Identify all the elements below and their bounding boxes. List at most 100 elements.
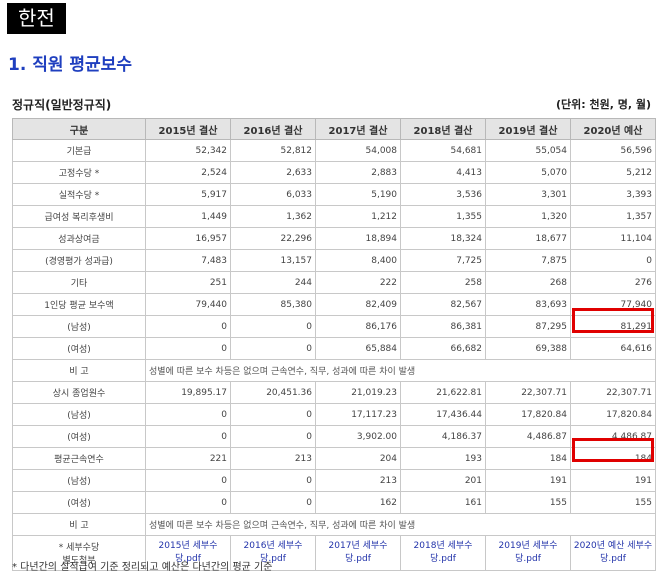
row-label: 실적수당 * [12,183,146,206]
table-cell: 0 [570,249,656,272]
table-row: 평균근속연수 221 213 204 193 184 184 [12,447,656,470]
table-cell: 13,157 [230,249,316,272]
table-row: (남성) 0 0 17,117.23 17,436.44 17,820.84 1… [12,403,656,426]
column-header: 2015년 결산 [145,118,231,140]
table-cell: 86,176 [315,315,401,338]
column-header: 2020년 예산 [570,118,656,140]
table-cell: 11,104 [570,227,656,250]
attachment-link-2018[interactable]: 2018년 세부수당.pdf [400,535,486,571]
row-label: (경영평가 성과급) [12,249,146,272]
table-cell: 17,117.23 [315,403,401,426]
table-row: 기본급 52,342 52,812 54,008 54,681 55,054 5… [12,139,656,162]
table-cell: 0 [145,403,231,426]
table-cell: 3,393 [570,183,656,206]
attachment-link-2020[interactable]: 2020년 예산 세부수당.pdf [570,535,656,571]
table-cell: 162 [315,491,401,514]
attachment-link-2017[interactable]: 2017년 세부수당.pdf [315,535,401,571]
table-cell: 191 [485,469,571,492]
note-row: 비 고 성별에 따른 보수 차등은 없으며 근속연수, 직무, 성과에 따른 차… [12,359,656,382]
table-cell: 20,451.36 [230,381,316,404]
row-label: 급여성 복리후생비 [12,205,146,228]
table-cell: 52,342 [145,139,231,162]
attachment-label-line1: * 세부수당 [58,543,100,553]
table-row: 고정수당 * 2,524 2,633 2,883 4,413 5,070 5,2… [12,161,656,184]
table-cell: 222 [315,271,401,294]
table-cell: 0 [145,337,231,360]
table-cell: 184 [485,447,571,470]
table-cell: 17,820.84 [485,403,571,426]
table-cell: 82,409 [315,293,401,316]
table-cell: 64,616 [570,337,656,360]
column-header: 구분 [12,118,146,140]
table-cell: 16,957 [145,227,231,250]
table-cell: 7,725 [400,249,486,272]
table-cell: 204 [315,447,401,470]
table-row: (여성) 0 0 162 161 155 155 [12,491,656,514]
attachment-link-2019[interactable]: 2019년 세부수당.pdf [485,535,571,571]
table-cell: 1,449 [145,205,231,228]
table-cell: 276 [570,271,656,294]
table-cell: 4,486.87 [485,425,571,448]
table-title: 정규직(일반정규직) [12,98,112,112]
row-label: 비 고 [12,359,146,382]
table-cell: 52,812 [230,139,316,162]
row-label: (여성) [12,425,146,448]
table-cell: 87,295 [485,315,571,338]
table-cell: 86,381 [400,315,486,338]
table-row: (경영평가 성과급) 7,483 13,157 8,400 7,725 7,87… [12,249,656,272]
table-cell: 268 [485,271,571,294]
table-cell: 0 [230,425,316,448]
table-cell: 18,894 [315,227,401,250]
table-cell: 213 [230,447,316,470]
table-cell: 5,190 [315,183,401,206]
row-label: 비 고 [12,513,146,536]
table-cell: 83,693 [485,293,571,316]
table-cell: 221 [145,447,231,470]
column-header: 2018년 결산 [400,118,486,140]
row-label: (남성) [12,403,146,426]
highlight-box-male-pay-2020 [572,308,654,333]
table-cell: 65,884 [315,337,401,360]
table-header-row: 구분 2015년 결산 2016년 결산 2017년 결산 2018년 결산 2… [12,118,656,140]
table-row: (여성) 0 0 65,884 66,682 69,388 64,616 [12,337,656,360]
table-cell: 56,596 [570,139,656,162]
table-cell: 1,362 [230,205,316,228]
table-cell: 2,633 [230,161,316,184]
table-cell: 155 [485,491,571,514]
table-cell: 0 [230,403,316,426]
table-cell: 66,682 [400,337,486,360]
row-label: 기본급 [12,139,146,162]
table-row: (여성) 0 0 3,902.00 4,186.37 4,486.87 4,48… [12,425,656,448]
table-row: 실적수당 * 5,917 6,033 5,190 3,536 3,301 3,3… [12,183,656,206]
table-cell: 155 [570,491,656,514]
table-row: 상시 종업원수 19,895.17 20,451.36 21,019.23 21… [12,381,656,404]
table-cell: 7,875 [485,249,571,272]
row-label: (남성) [12,315,146,338]
table-cell: 213 [315,469,401,492]
row-label: (여성) [12,491,146,514]
table-cell: 1,212 [315,205,401,228]
row-label: 1인당 평균 보수액 [12,293,146,316]
table-row: 성과상여금 16,957 22,296 18,894 18,324 18,677… [12,227,656,250]
section-heading: 1. 직원 평균보수 [8,55,132,75]
company-name-badge: 한전 [7,3,66,34]
table-cell: 1,357 [570,205,656,228]
table-cell: 4,186.37 [400,425,486,448]
table-cell: 4,413 [400,161,486,184]
column-header: 2017년 결산 [315,118,401,140]
table-cell: 55,054 [485,139,571,162]
table-cell: 7,483 [145,249,231,272]
table-cell: 0 [145,425,231,448]
table-cell: 22,296 [230,227,316,250]
table-cell: 54,008 [315,139,401,162]
table-cell: 79,440 [145,293,231,316]
row-label: 고정수당 * [12,161,146,184]
table-cell: 201 [400,469,486,492]
row-label: 평균근속연수 [12,447,146,470]
table-cell: 0 [230,337,316,360]
table-row: 1인당 평균 보수액 79,440 85,380 82,409 82,567 8… [12,293,656,316]
table-cell: 18,324 [400,227,486,250]
table-cell: 21,622.81 [400,381,486,404]
table-cell: 3,902.00 [315,425,401,448]
table-cell: 258 [400,271,486,294]
